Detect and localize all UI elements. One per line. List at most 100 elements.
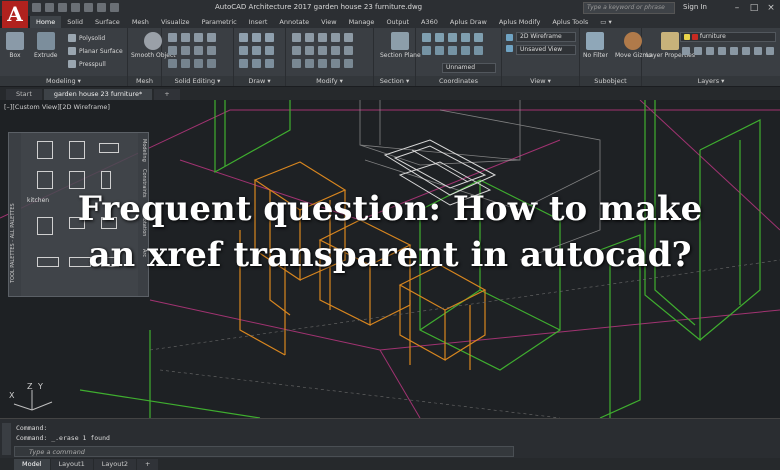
layer-dropdown[interactable]: furniture [680, 32, 776, 42]
layer-match-icon[interactable] [730, 47, 738, 55]
erase-icon[interactable] [305, 59, 314, 68]
offset-icon[interactable] [292, 59, 301, 68]
explode-icon[interactable] [344, 46, 353, 55]
panel-label-modify[interactable]: Modify ▾ [286, 76, 373, 86]
break-icon[interactable] [344, 59, 353, 68]
tab-annotate[interactable]: Annotate [273, 16, 315, 28]
layer-off-icon[interactable] [694, 47, 702, 55]
trim-icon[interactable] [305, 46, 314, 55]
ucs-view-icon[interactable] [461, 46, 470, 55]
panel-label-subobject[interactable]: Subobject [580, 76, 641, 86]
extract-edges-icon[interactable] [168, 59, 177, 68]
command-input[interactable]: Type a command [14, 446, 514, 457]
panel-label-coordinates[interactable]: Coordinates [416, 76, 501, 86]
new-icon[interactable] [32, 3, 41, 12]
sign-in-link[interactable]: Sign In [683, 3, 707, 11]
tab-output[interactable]: Output [380, 16, 415, 28]
tab-insert[interactable]: Insert [243, 16, 274, 28]
layer-isolate-icon[interactable] [682, 47, 690, 55]
fillet-edge-icon[interactable] [168, 46, 177, 55]
ribbon-display-toggle[interactable]: ▭ ▾ [594, 16, 617, 28]
ucs-x-icon[interactable] [422, 46, 431, 55]
imprint-icon[interactable] [181, 59, 190, 68]
ucs-dropdown[interactable]: Unnamed [442, 63, 496, 73]
rectangle-icon[interactable] [252, 46, 261, 55]
extrude-button[interactable]: Extrude [34, 32, 57, 59]
subtract-icon[interactable] [181, 33, 190, 42]
panel-label-section[interactable]: Section ▾ [374, 76, 415, 86]
tool-palette-item[interactable] [37, 141, 53, 159]
box-button[interactable]: Box [6, 32, 24, 59]
tab-layout1[interactable]: Layout1 [50, 458, 93, 470]
new-layout-button[interactable]: + [137, 458, 159, 470]
fillet-icon[interactable] [318, 46, 327, 55]
tab-aplus-tools[interactable]: Aplus Tools [546, 16, 594, 28]
undo-icon[interactable] [97, 3, 106, 12]
tab-parametric[interactable]: Parametric [196, 16, 243, 28]
save-as-icon[interactable] [71, 3, 80, 12]
panel-label-modeling[interactable]: Modeling ▾ [0, 76, 127, 86]
polygon-icon[interactable] [265, 46, 274, 55]
presspull-button[interactable]: Presspull [68, 60, 106, 68]
chamfer-edge-icon[interactable] [181, 46, 190, 55]
ucs-object-icon[interactable] [474, 46, 483, 55]
tab-layout2[interactable]: Layout2 [93, 458, 136, 470]
ucs-zaxis-icon[interactable] [461, 33, 470, 42]
union-icon[interactable] [168, 33, 177, 42]
align-icon[interactable] [318, 59, 327, 68]
planar-surface-button[interactable]: Planar Surface [68, 47, 123, 55]
hatch-icon[interactable] [252, 59, 261, 68]
ellipse-icon[interactable] [239, 59, 248, 68]
separate-icon[interactable] [207, 46, 216, 55]
line-icon[interactable] [239, 33, 248, 42]
visual-style-dropdown[interactable]: 2D Wireframe [516, 32, 576, 42]
layer-walk-icon[interactable] [766, 47, 774, 55]
close-button[interactable]: × [764, 2, 778, 14]
intersect-icon[interactable] [194, 33, 203, 42]
save-icon[interactable] [58, 3, 67, 12]
viewport-controls-label[interactable]: [–][Custom View][2D Wireframe] [4, 103, 110, 111]
array-icon[interactable] [331, 46, 340, 55]
ucs-y-icon[interactable] [435, 46, 444, 55]
polyline-icon[interactable] [252, 33, 261, 42]
tab-mesh[interactable]: Mesh [126, 16, 155, 28]
tool-palette-item[interactable] [99, 143, 119, 153]
section-plane-button[interactable]: Section Plane [380, 32, 421, 59]
join-icon[interactable] [331, 59, 340, 68]
tab-home[interactable]: Home [30, 16, 62, 28]
spline-icon[interactable] [265, 59, 274, 68]
layer-unisolate-icon[interactable] [754, 47, 762, 55]
panel-label-mesh[interactable]: Mesh [128, 76, 161, 86]
ucs-3point-icon[interactable] [474, 33, 483, 42]
stretch-icon[interactable] [344, 33, 353, 42]
circle-icon[interactable] [265, 33, 274, 42]
panel-label-solid-editing[interactable]: Solid Editing ▾ [162, 76, 233, 86]
tool-palette-tab-modeling[interactable]: Modeling [141, 139, 147, 162]
tool-palette-item[interactable] [69, 141, 85, 159]
shell-icon[interactable] [194, 46, 203, 55]
minimize-button[interactable]: – [730, 2, 744, 14]
thicken-icon[interactable] [194, 59, 203, 68]
layer-lock-icon[interactable] [718, 47, 726, 55]
tab-visualize[interactable]: Visualize [155, 16, 196, 28]
no-filter-button[interactable]: No Filter [583, 32, 608, 59]
tab-a360[interactable]: A360 [415, 16, 444, 28]
panel-label-view[interactable]: View ▾ [502, 76, 579, 86]
ucs-z-icon[interactable] [448, 46, 457, 55]
ucs-icon[interactable] [422, 33, 431, 42]
panel-label-draw[interactable]: Draw ▾ [234, 76, 285, 86]
arc-icon[interactable] [239, 46, 248, 55]
tab-manage[interactable]: Manage [343, 16, 381, 28]
open-icon[interactable] [45, 3, 54, 12]
panel-label-layers[interactable]: Layers ▾ [642, 76, 780, 86]
tab-surface[interactable]: Surface [89, 16, 126, 28]
ucs-world-icon[interactable] [435, 33, 444, 42]
tab-garden-house-drawing[interactable]: garden house 23 furniture* [43, 89, 153, 100]
tab-aplus-draw[interactable]: Aplus Draw [444, 16, 493, 28]
ucs-origin-icon[interactable] [448, 33, 457, 42]
command-line-grip[interactable] [2, 423, 11, 455]
application-menu-button[interactable]: A [2, 1, 28, 28]
tab-start[interactable]: Start [6, 89, 42, 100]
maximize-button[interactable]: □ [747, 2, 761, 14]
copy-icon[interactable] [318, 33, 327, 42]
